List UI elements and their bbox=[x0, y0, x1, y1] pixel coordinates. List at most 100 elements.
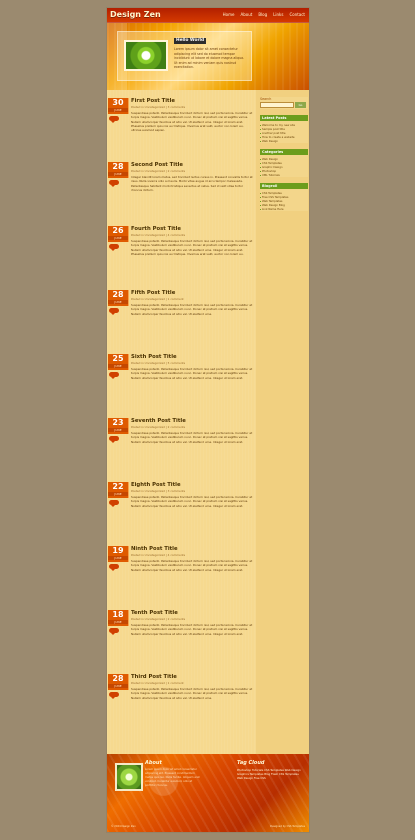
site-logo[interactable]: Design Zen bbox=[110, 10, 161, 20]
post-meta: Posted in Uncategorized | 4 comments bbox=[131, 233, 186, 237]
comment-icon[interactable] bbox=[109, 244, 119, 251]
date-badge: 25 JUNE bbox=[108, 354, 129, 370]
post-meta: Posted in Uncategorized | 2 comments bbox=[131, 425, 186, 429]
post-item-9: 18 JUNE Tenth Post Title Posted in Uncat… bbox=[107, 610, 256, 668]
date-badge: 28 JUNE bbox=[108, 674, 129, 690]
post-body: Suspendisse potenti. Pellentesque tincid… bbox=[131, 303, 253, 316]
post-month: JUNE bbox=[108, 172, 128, 176]
about-text: Lorem ipsum dolor sit amet consectetur a… bbox=[145, 768, 200, 787]
date-badge: 26 JUNE bbox=[108, 226, 129, 242]
comment-icon[interactable] bbox=[109, 692, 119, 699]
post-title[interactable]: Third Post Title bbox=[131, 674, 177, 681]
post-title[interactable]: Seventh Post Title bbox=[131, 418, 186, 425]
post-item-5: 25 JUNE Sixth Post Title Posted in Uncat… bbox=[107, 354, 256, 412]
post-item-6: 23 JUNE Seventh Post Title Posted in Unc… bbox=[107, 418, 256, 476]
latest-post-link-5[interactable]: Web Design bbox=[260, 139, 308, 143]
main-content: 30 JUNE First Post Title Posted in Uncat… bbox=[107, 90, 256, 828]
post-body: Suspendisse potenti. Pellentesque tincid… bbox=[131, 495, 253, 508]
search-button[interactable]: Go bbox=[295, 102, 306, 108]
date-badge: 18 JUNE bbox=[108, 610, 129, 626]
post-meta: Posted in Uncategorized | 4 comments bbox=[131, 553, 186, 557]
comment-icon[interactable] bbox=[109, 308, 119, 315]
post-day: 22 bbox=[112, 482, 124, 491]
date-badge: 19 JUNE bbox=[108, 546, 129, 562]
post-month: JUNE bbox=[108, 364, 128, 368]
nav-contact[interactable]: Contact bbox=[289, 11, 305, 19]
post-day: 26 bbox=[112, 226, 124, 235]
categories-list: Web Design CSS Templates Graphic Design … bbox=[260, 155, 308, 177]
top-navigation-bar: Design Zen Home About Blog Links Contact bbox=[107, 8, 309, 23]
post-item-4: 28 JUNE Fifth Post Title Posted in Uncat… bbox=[107, 290, 256, 348]
date-badge: 28 JUNE bbox=[108, 162, 129, 178]
category-link-5[interactable]: XML Tutorials bbox=[260, 173, 308, 177]
nav-blog[interactable]: Blog bbox=[258, 11, 267, 19]
post-month: JUNE bbox=[108, 492, 128, 496]
latest-posts-list: Welcome to my new site Sample post title… bbox=[260, 121, 308, 143]
comment-icon[interactable] bbox=[109, 628, 119, 635]
post-title[interactable]: Tenth Post Title bbox=[131, 610, 178, 617]
page-shell: Design Zen Home About Blog Links Contact… bbox=[107, 8, 309, 832]
nav-links[interactable]: Links bbox=[273, 11, 283, 19]
date-badge: 28 JUNE bbox=[108, 290, 129, 306]
header-banner: Design Zen Home About Blog Links Contact… bbox=[107, 8, 309, 90]
comment-icon[interactable] bbox=[109, 180, 119, 187]
post-meta: Posted in Uncategorized | 1 comment bbox=[131, 681, 184, 685]
post-item-3: 26 JUNE Fourth Post Title Posted in Unca… bbox=[107, 226, 256, 284]
post-day: 18 bbox=[112, 610, 124, 619]
post-meta: Posted in Uncategorized | 3 comments bbox=[131, 489, 186, 493]
hero-panel: Hello World Lorem ipsum dolor sit amet c… bbox=[117, 31, 252, 81]
comment-icon[interactable] bbox=[109, 436, 119, 443]
post-meta: Posted in Uncategorized | 2 comments bbox=[131, 169, 186, 173]
latest-posts-block: Latest Posts Welcome to my new site Samp… bbox=[260, 115, 308, 143]
post-title[interactable]: Ninth Post Title bbox=[131, 546, 178, 553]
post-body: Suspendisse potenti. Pellentesque tincid… bbox=[131, 239, 253, 256]
tag-cloud-title: Tag Cloud bbox=[237, 760, 265, 766]
comment-icon[interactable] bbox=[109, 500, 119, 507]
nav-about[interactable]: About bbox=[240, 11, 252, 19]
post-body: Suspendisse potenti. Pellentesque tincid… bbox=[131, 687, 253, 700]
main-navigation: Home About Blog Links Contact bbox=[223, 11, 305, 19]
search-label: Search bbox=[260, 97, 272, 101]
post-month: JUNE bbox=[108, 108, 128, 112]
post-title[interactable]: Fifth Post Title bbox=[131, 290, 175, 297]
post-body: Suspendisse potenti. Pellentesque tincid… bbox=[131, 111, 253, 133]
hero-image bbox=[124, 40, 168, 71]
post-title[interactable]: Fourth Post Title bbox=[131, 226, 181, 233]
post-day: 28 bbox=[112, 162, 124, 171]
blogroll-link-5[interactable]: Link Name Here bbox=[260, 207, 308, 211]
post-body: Suspendisse potenti. Pellentesque tincid… bbox=[131, 559, 253, 572]
post-month: JUNE bbox=[108, 428, 128, 432]
post-title[interactable]: Eighth Post Title bbox=[131, 482, 181, 489]
post-title[interactable]: Second Post Title bbox=[131, 162, 183, 169]
post-day: 23 bbox=[112, 418, 124, 427]
search-row: Go bbox=[260, 102, 308, 109]
footer-left-text: © 2024 Design Zen bbox=[111, 825, 136, 828]
date-badge: 22 JUNE bbox=[108, 482, 129, 498]
post-month: JUNE bbox=[108, 236, 128, 240]
blogroll-block: Blogroll CSS Templates Free CSS Template… bbox=[260, 183, 308, 211]
search-input[interactable] bbox=[260, 102, 294, 108]
post-meta: Posted in Uncategorized | 5 comments bbox=[131, 361, 186, 365]
comment-icon[interactable] bbox=[109, 564, 119, 571]
post-day: 19 bbox=[112, 546, 124, 555]
post-title[interactable]: First Post Title bbox=[131, 98, 175, 105]
post-item-1: 30 JUNE First Post Title Posted in Uncat… bbox=[107, 98, 256, 156]
nav-home[interactable]: Home bbox=[223, 11, 235, 19]
post-day: 28 bbox=[112, 290, 124, 299]
post-item-8: 19 JUNE Ninth Post Title Posted in Uncat… bbox=[107, 546, 256, 604]
post-day: 30 bbox=[112, 98, 124, 107]
footer: About Lorem ipsum dolor sit amet consect… bbox=[107, 754, 309, 832]
comment-icon[interactable] bbox=[109, 372, 119, 379]
post-month: JUNE bbox=[108, 300, 128, 304]
hero-text: Lorem ipsum dolor sit amet consectetur a… bbox=[174, 47, 245, 69]
post-day: 28 bbox=[112, 674, 124, 683]
post-meta: Posted in Uncategorized | 2 comments bbox=[131, 617, 186, 621]
post-item-7: 22 JUNE Eighth Post Title Posted in Unca… bbox=[107, 482, 256, 540]
tag-cloud[interactable]: Photoshop Tutorials CSS Templates Web De… bbox=[237, 768, 304, 780]
post-body: Suspendisse potenti. Pellentesque tincid… bbox=[131, 367, 253, 380]
post-title[interactable]: Sixth Post Title bbox=[131, 354, 177, 361]
comment-icon[interactable] bbox=[109, 116, 119, 123]
post-day: 25 bbox=[112, 354, 124, 363]
hero-title: Hello World bbox=[174, 38, 207, 44]
footer-right-text[interactable]: Designed by CSS Templates bbox=[270, 825, 305, 828]
